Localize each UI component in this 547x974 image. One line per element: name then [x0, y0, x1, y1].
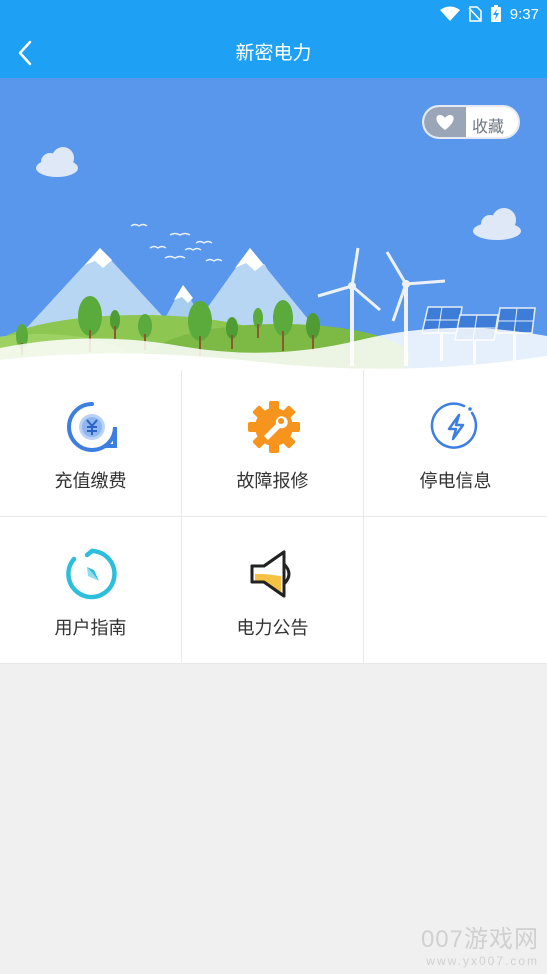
- heart-icon-box: [424, 107, 466, 137]
- banner-illustration: 收藏: [0, 78, 547, 370]
- compass-icon: [66, 548, 117, 600]
- watermark: 007游戏网 www.yx007.com: [421, 919, 539, 968]
- empty-grid-cell: [364, 517, 547, 664]
- menu-item-label: 用户指南: [54, 618, 127, 639]
- menu-item-outage-info[interactable]: 停电信息: [364, 370, 547, 517]
- battery-charging-icon: [490, 5, 501, 22]
- watermark-brand: 007游戏网: [420, 926, 539, 953]
- wifi-icon: [439, 6, 460, 21]
- service-grid: 充值缴费 故障报修 停电信息 用户指南 电力公告: [0, 370, 547, 664]
- no-sim-icon: [468, 6, 482, 22]
- speaker-icon: [250, 550, 291, 598]
- watermark-url: www.yx007.com: [426, 954, 539, 968]
- menu-item-label: 故障报修: [236, 471, 309, 492]
- menu-item-recharge[interactable]: 充值缴费: [0, 370, 182, 517]
- gear-wrench-icon: [248, 401, 300, 453]
- lightning-icon: [430, 402, 478, 449]
- menu-item-label: 停电信息: [419, 471, 492, 492]
- yuan-payment-icon: [67, 402, 117, 452]
- favorite-label: 收藏: [472, 117, 505, 136]
- menu-item-label: 电力公告: [236, 618, 309, 639]
- menu-item-announcements[interactable]: 电力公告: [182, 517, 364, 664]
- heart-icon: [436, 115, 454, 130]
- favorite-button[interactable]: 收藏: [422, 105, 520, 139]
- page-title: 新密电力: [235, 42, 312, 64]
- app-header: 9:37 新密电力: [0, 0, 547, 78]
- menu-item-repair[interactable]: 故障报修: [182, 370, 364, 517]
- menu-item-user-guide[interactable]: 用户指南: [0, 517, 182, 664]
- status-bar: 9:37: [439, 4, 539, 24]
- status-time: 9:37: [509, 5, 539, 23]
- menu-item-label: 充值缴费: [54, 471, 127, 492]
